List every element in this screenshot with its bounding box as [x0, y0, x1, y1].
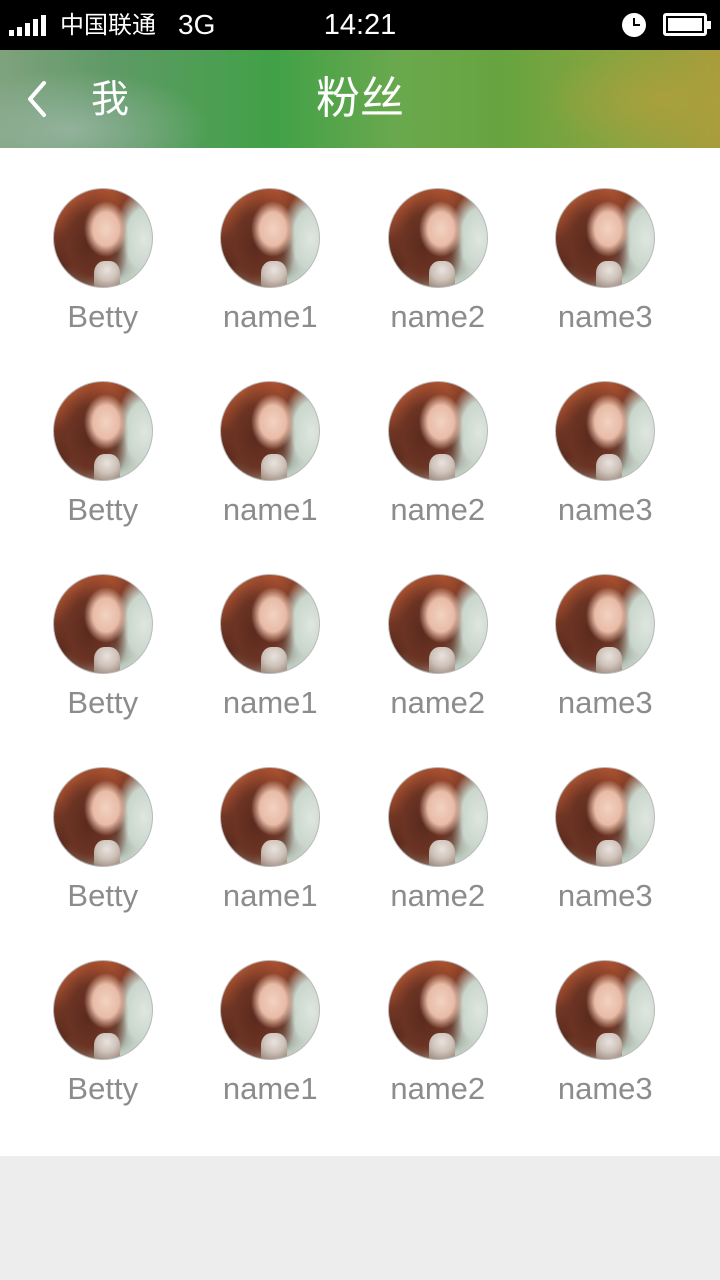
fan-name: name3	[557, 492, 653, 527]
avatar[interactable]	[555, 960, 656, 1060]
back-label: 我	[91, 77, 130, 121]
avatar[interactable]	[555, 188, 656, 288]
fan-name: name3	[557, 1071, 653, 1106]
fan-item[interactable]: Betty	[19, 960, 187, 1153]
navigation-bar: 我 粉丝	[0, 50, 720, 148]
avatar[interactable]	[555, 381, 656, 481]
avatar[interactable]	[52, 188, 153, 288]
fan-item[interactable]: name1	[187, 767, 355, 960]
fan-item[interactable]: name3	[522, 188, 690, 381]
fan-item[interactable]: name2	[354, 188, 522, 381]
status-bar: 中国联通 3G 14:21	[0, 0, 720, 50]
fan-name: Betty	[67, 492, 139, 527]
fan-name: name3	[557, 878, 653, 913]
avatar[interactable]	[52, 381, 153, 481]
fan-item[interactable]: name1	[187, 188, 355, 381]
fan-grid: Betty name1 name2 name3 Betty name1 name2 name3…	[19, 188, 703, 1153]
chevron-left-icon	[20, 79, 58, 119]
avatar[interactable]	[555, 574, 656, 674]
fan-name: name2	[390, 299, 486, 334]
avatar[interactable]	[387, 574, 488, 674]
fan-item[interactable]: name3	[522, 767, 690, 960]
status-time: 14:21	[323, 9, 397, 41]
fans-list: Betty name1 name2 name3 Betty name1 name2 name3…	[0, 148, 720, 1156]
fan-name: name2	[390, 1071, 486, 1106]
fan-name: name2	[390, 878, 486, 913]
network-type: 3G	[178, 9, 216, 40]
fan-item[interactable]: name1	[187, 574, 355, 767]
fan-name: name3	[557, 685, 653, 720]
signal-strength-icon	[9, 15, 46, 36]
avatar[interactable]	[220, 960, 321, 1060]
fan-name: Betty	[67, 299, 139, 334]
fan-name: name2	[390, 492, 486, 527]
fan-item[interactable]: name1	[187, 960, 355, 1153]
fan-item[interactable]: Betty	[19, 188, 187, 381]
battery-icon	[663, 13, 711, 36]
fan-name: Betty	[67, 878, 139, 913]
fan-name: name1	[222, 492, 318, 527]
avatar[interactable]	[220, 188, 321, 288]
fan-item[interactable]: name2	[354, 767, 522, 960]
avatar[interactable]	[220, 381, 321, 481]
avatar[interactable]	[52, 960, 153, 1060]
fan-item[interactable]: name1	[187, 381, 355, 574]
avatar[interactable]	[220, 767, 321, 867]
fan-name: name1	[222, 685, 318, 720]
avatar[interactable]	[387, 381, 488, 481]
avatar[interactable]	[387, 767, 488, 867]
fan-item[interactable]: Betty	[19, 381, 187, 574]
fan-item[interactable]: name2	[354, 381, 522, 574]
fan-item[interactable]: name3	[522, 960, 690, 1153]
carrier-label: 中国联通	[60, 11, 156, 39]
avatar[interactable]	[387, 960, 488, 1060]
fan-name: name1	[222, 1071, 318, 1106]
avatar[interactable]	[52, 767, 153, 867]
fan-item[interactable]: name2	[354, 960, 522, 1153]
fan-item[interactable]: Betty	[19, 767, 187, 960]
fan-item[interactable]: name2	[354, 574, 522, 767]
fan-name: Betty	[67, 1071, 139, 1106]
fan-name: name2	[390, 685, 486, 720]
avatar[interactable]	[555, 767, 656, 867]
avatar[interactable]	[220, 574, 321, 674]
avatar[interactable]	[52, 574, 153, 674]
fan-name: name1	[222, 299, 318, 334]
alarm-clock-icon	[622, 13, 646, 37]
avatar[interactable]	[387, 188, 488, 288]
fan-name: name3	[557, 299, 653, 334]
bottom-spacer	[0, 1156, 720, 1280]
fan-item[interactable]: name3	[522, 381, 690, 574]
fan-name: name1	[222, 878, 318, 913]
fan-item[interactable]: name3	[522, 574, 690, 767]
fan-item[interactable]: Betty	[19, 574, 187, 767]
fan-name: Betty	[67, 685, 139, 720]
back-button[interactable]: 我	[20, 50, 150, 148]
